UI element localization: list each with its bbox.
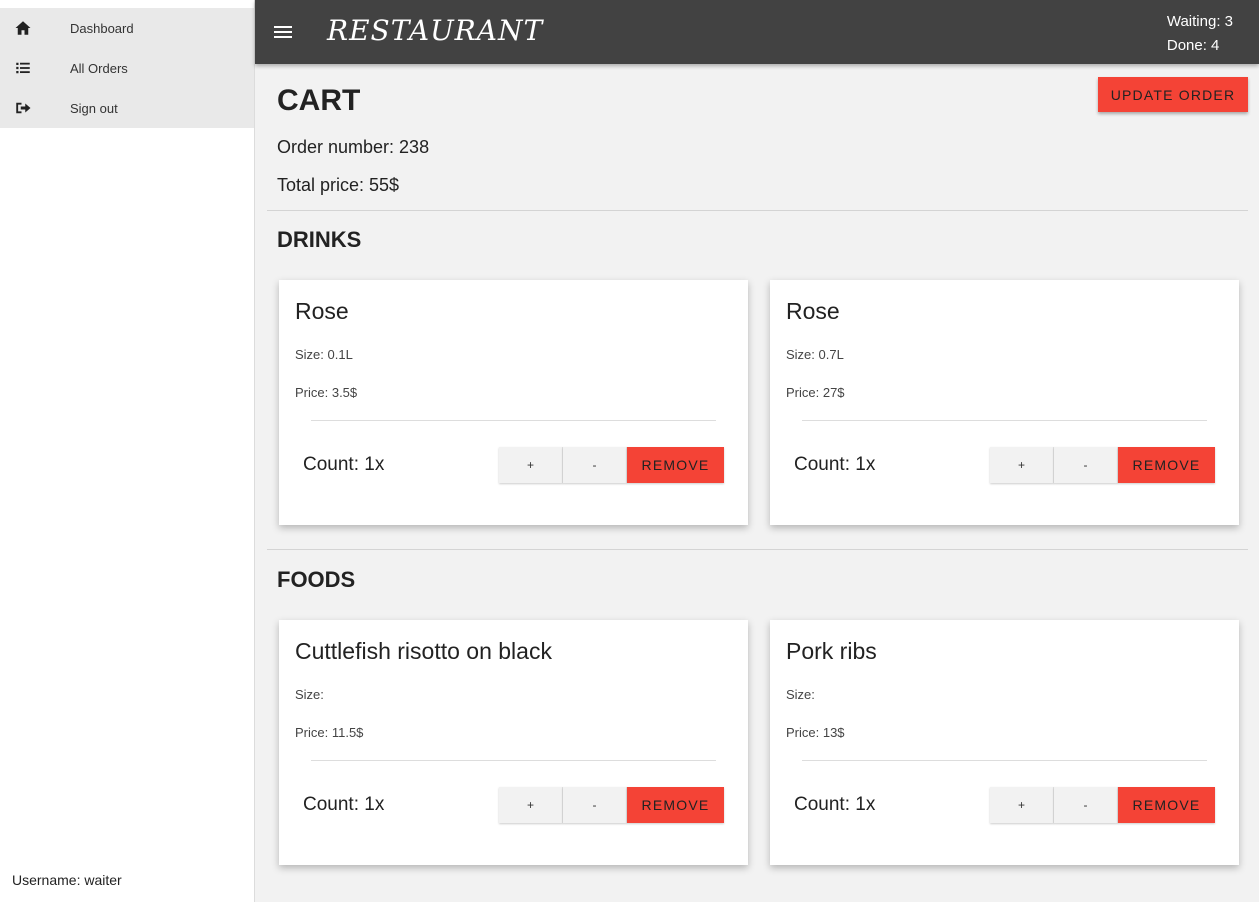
- item-actions: + - REMOVE: [990, 447, 1215, 483]
- item-price: Price: 11.5$: [295, 725, 364, 740]
- item-name: Cuttlefish risotto on black: [295, 638, 552, 664]
- decrement-button[interactable]: -: [563, 447, 627, 483]
- item-size: Size:: [786, 687, 815, 702]
- list-icon: [0, 59, 70, 77]
- home-icon: [0, 19, 70, 37]
- decrement-button[interactable]: -: [1054, 447, 1118, 483]
- done-count: Done: 4: [1166, 37, 1220, 54]
- top-app-bar: RESTAURANT Waiting: 3 Done: 4: [255, 0, 1259, 64]
- cart-item-card: Pork ribs Size: Price: 13$ Count: 1x + -…: [770, 620, 1239, 865]
- cart-item-card: Rose Size: 0.7L Price: 27$ Count: 1x + -…: [770, 280, 1239, 525]
- item-count: Count: 1x: [794, 454, 876, 475]
- page-title: CART: [277, 84, 361, 117]
- increment-button[interactable]: +: [990, 787, 1054, 823]
- item-actions: + - REMOVE: [990, 787, 1215, 823]
- sidebar: Dashboard All Orders Sign out Username: …: [0, 0, 255, 902]
- item-actions: + - REMOVE: [499, 447, 724, 483]
- sidebar-item-sign-out[interactable]: Sign out: [0, 88, 254, 128]
- sidebar-menu: Dashboard All Orders Sign out: [0, 8, 254, 128]
- remove-button[interactable]: REMOVE: [1118, 447, 1215, 483]
- brand-logo: RESTAURANT: [327, 14, 544, 47]
- sidebar-item-label: Dashboard: [70, 20, 134, 36]
- total-price: Total price: 55$: [277, 175, 400, 195]
- remove-button[interactable]: REMOVE: [627, 447, 724, 483]
- card-divider: [311, 760, 716, 761]
- username-label: Username: waiter: [12, 872, 122, 888]
- order-counters: Waiting: 3 Done: 4: [1167, 10, 1233, 58]
- order-number: Order number: 238: [277, 137, 430, 157]
- item-size: Size: 0.1L: [295, 347, 353, 362]
- cart-item-card: Cuttlefish risotto on black Size: Price:…: [279, 620, 748, 865]
- hamburger-menu-icon[interactable]: [271, 20, 295, 44]
- item-count: Count: 1x: [303, 794, 385, 815]
- sidebar-item-label: All Orders: [70, 60, 128, 76]
- decrement-button[interactable]: -: [563, 787, 627, 823]
- update-order-button[interactable]: UPDATE ORDER: [1098, 77, 1248, 112]
- divider: [267, 210, 1248, 211]
- divider: [267, 549, 1248, 550]
- sidebar-item-all-orders[interactable]: All Orders: [0, 48, 254, 88]
- item-size: Size: 0.7L: [786, 347, 844, 362]
- remove-button[interactable]: REMOVE: [1118, 787, 1215, 823]
- remove-button[interactable]: REMOVE: [627, 787, 724, 823]
- card-divider: [802, 760, 1207, 761]
- item-price: Price: 13$: [786, 725, 845, 740]
- item-name: Rose: [295, 298, 349, 324]
- sidebar-item-label: Sign out: [70, 100, 118, 116]
- item-count: Count: 1x: [794, 794, 876, 815]
- section-title-foods: FOODS: [277, 567, 356, 592]
- waiting-count: Waiting: 3: [1166, 13, 1233, 30]
- item-price: Price: 3.5$: [295, 385, 358, 400]
- item-name: Rose: [786, 298, 840, 324]
- sidebar-item-dashboard[interactable]: Dashboard: [0, 8, 254, 48]
- item-price: Price: 27$: [786, 385, 845, 400]
- item-actions: + - REMOVE: [499, 787, 724, 823]
- increment-button[interactable]: +: [499, 447, 563, 483]
- main-content: CART UPDATE ORDER Order number: 238 Tota…: [255, 64, 1259, 902]
- item-size: Size:: [295, 687, 324, 702]
- increment-button[interactable]: +: [499, 787, 563, 823]
- card-divider: [311, 420, 716, 421]
- decrement-button[interactable]: -: [1054, 787, 1118, 823]
- cart-item-card: Rose Size: 0.1L Price: 3.5$ Count: 1x + …: [279, 280, 748, 525]
- card-divider: [802, 420, 1207, 421]
- section-title-drinks: DRINKS: [277, 227, 362, 252]
- item-count: Count: 1x: [303, 454, 385, 475]
- item-name: Pork ribs: [786, 638, 877, 664]
- sign-out-icon: [0, 99, 70, 117]
- increment-button[interactable]: +: [990, 447, 1054, 483]
